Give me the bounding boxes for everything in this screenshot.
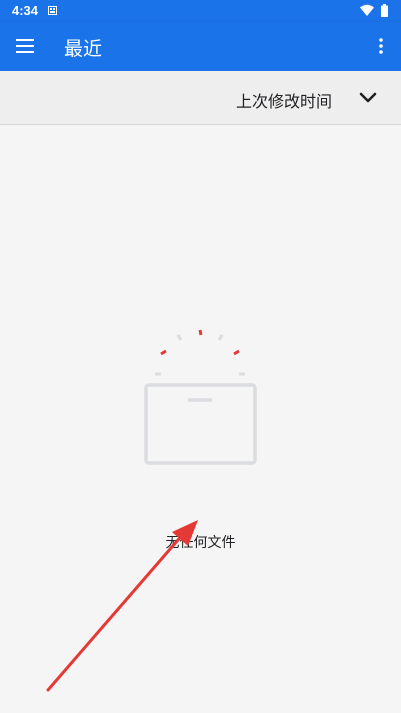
page-title: 最近 <box>64 38 103 60</box>
battery-icon <box>381 4 388 17</box>
navigation-menu-button[interactable] <box>8 28 42 64</box>
status-bar: 4:34 <box>0 0 401 22</box>
sort-bar: 上次修改时间 <box>0 71 401 125</box>
app-bar: 最近 <box>0 22 401 71</box>
chevron-down-icon <box>359 92 377 103</box>
sort-order-button[interactable]: 上次修改时间 <box>226 79 394 117</box>
empty-box-icon <box>144 329 257 465</box>
hamburger-menu-icon <box>16 39 34 53</box>
notification-icon <box>48 6 57 15</box>
screen: 4:34 最近 上次修改时间 无任何文件 <box>0 0 401 713</box>
more-options-button[interactable] <box>368 28 394 64</box>
wifi-icon <box>360 4 374 16</box>
sort-label: 上次修改时间 <box>236 92 333 111</box>
empty-state-message: 无任何文件 <box>165 535 236 551</box>
status-time: 4:34 <box>12 3 39 18</box>
more-vert-icon <box>379 38 383 54</box>
